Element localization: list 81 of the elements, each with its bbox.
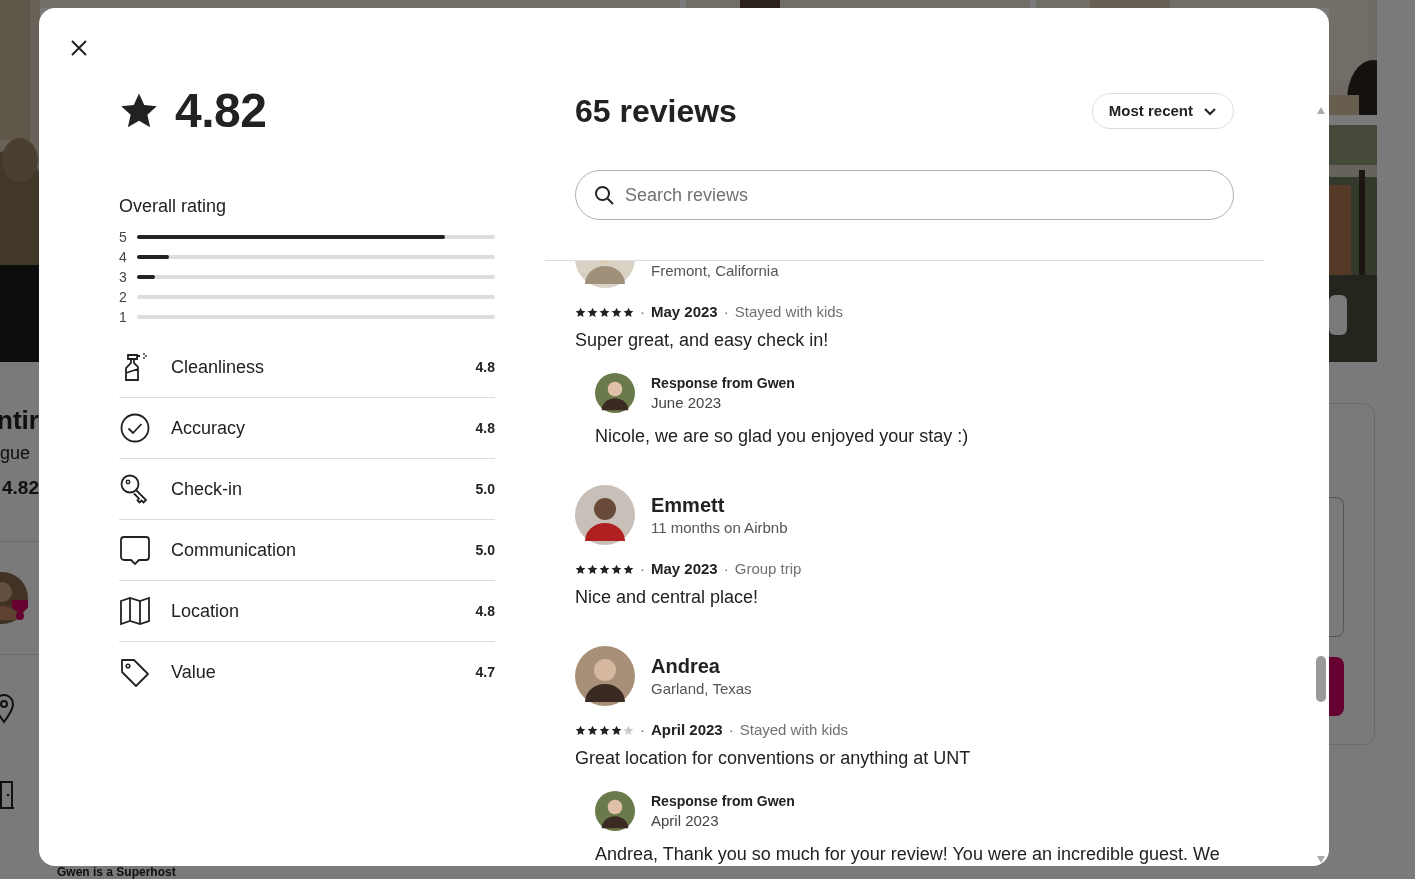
reviewer-subtitle: Garland, Texas <box>651 679 752 699</box>
trip-type: Stayed with kids <box>734 301 844 322</box>
star-icon <box>599 306 610 318</box>
rating-label: 3 <box>119 267 128 287</box>
avatar <box>595 791 635 831</box>
listing-subtitle: gue <box>0 442 31 464</box>
category-label: Cleanliness <box>171 355 266 379</box>
reviewer-name: Emmett <box>651 493 726 518</box>
separator-dot: · <box>640 558 645 579</box>
review-text: Great location for conventions or anything at UNT <box>575 747 972 770</box>
star-icon <box>623 724 634 736</box>
reviewer-subtitle: Fremont, California <box>651 261 779 281</box>
category-label: Accuracy <box>171 416 247 440</box>
separator-dot: · <box>723 301 729 322</box>
star-icon <box>611 563 622 575</box>
category-score: 5.0 <box>475 540 495 560</box>
trip-type: Group trip <box>734 558 802 579</box>
category-score: 4.7 <box>475 663 495 682</box>
category-label: Check-in <box>171 477 244 501</box>
category-score: 5.0 <box>475 479 495 499</box>
star-icon <box>611 306 622 318</box>
separator-dot: · <box>728 719 734 740</box>
category-score: 4.8 <box>475 418 495 438</box>
star-icon <box>575 563 586 575</box>
superhost-badge-icon <box>11 599 29 621</box>
close-icon <box>71 40 87 56</box>
avatar <box>575 646 635 706</box>
reviews-count-heading: 65 reviews <box>575 92 737 131</box>
response-title: Response from Gwen <box>651 792 795 811</box>
star-icon <box>623 306 634 318</box>
category-label: Location <box>171 599 241 623</box>
search-field[interactable]: Search reviews <box>575 170 1234 220</box>
search-icon <box>594 185 614 205</box>
category-score: 4.8 <box>475 357 495 377</box>
trip-type: Stayed with kids <box>739 719 849 740</box>
separator-dot: · <box>640 301 645 322</box>
star-icon <box>599 563 610 575</box>
star-icon <box>575 306 586 318</box>
review-text: Super great, and easy check in! <box>575 329 830 352</box>
star-icon <box>587 563 598 575</box>
overall-rating-value: 4.82 <box>175 87 267 135</box>
review-text: Nice and central place! <box>575 586 760 609</box>
response-date: April 2023 <box>651 811 720 831</box>
sort-dropdown[interactable]: Most recent <box>1091 93 1234 129</box>
separator-dot: · <box>723 558 729 579</box>
review-date: May 2023 <box>651 558 718 579</box>
category-label: Communication <box>171 538 298 562</box>
avatar <box>595 373 635 413</box>
rating-label: 5 <box>119 227 128 247</box>
response-text: Nicole, we are so glad you enjoyed your stay :) <box>595 425 970 448</box>
star-icon <box>623 563 634 575</box>
response-date: June 2023 <box>651 393 723 413</box>
star-icon <box>611 724 622 736</box>
speech-bubble-icon <box>119 534 151 566</box>
review-date: May 2023 <box>651 301 718 322</box>
host-heading: Gwen is a Superhost <box>57 866 176 879</box>
star-icon <box>575 724 586 736</box>
reviewer-subtitle: 11 months on Airbnb <box>651 518 788 538</box>
response-text: Andrea, Thank you so much for your review! You were an incredible guest. We <box>595 843 1221 866</box>
listing-rating: 4.82 <box>2 477 39 499</box>
avatar <box>575 485 635 545</box>
separator-dot: · <box>640 719 645 740</box>
map-pin-icon <box>0 694 14 724</box>
star-icon <box>587 306 598 318</box>
star-icon <box>599 724 610 736</box>
star-icon <box>587 724 598 736</box>
map-icon <box>119 595 151 627</box>
review-date: April 2023 <box>651 719 723 740</box>
reviewer-name: Andrea <box>651 654 721 679</box>
category-score: 4.8 <box>475 601 495 621</box>
response-title: Response from Gwen <box>651 374 795 393</box>
category-label: Value <box>171 661 217 684</box>
reserve-button[interactable] <box>1329 657 1344 716</box>
check-circle-icon <box>119 412 151 444</box>
tag-icon <box>119 656 151 689</box>
overall-rating-title: Overall rating <box>119 195 228 218</box>
rating-label: 2 <box>119 287 128 307</box>
rating-label: 4 <box>119 247 128 267</box>
door-icon <box>0 780 14 810</box>
date-field[interactable] <box>1329 497 1344 637</box>
rating-label: 1 <box>119 307 128 327</box>
